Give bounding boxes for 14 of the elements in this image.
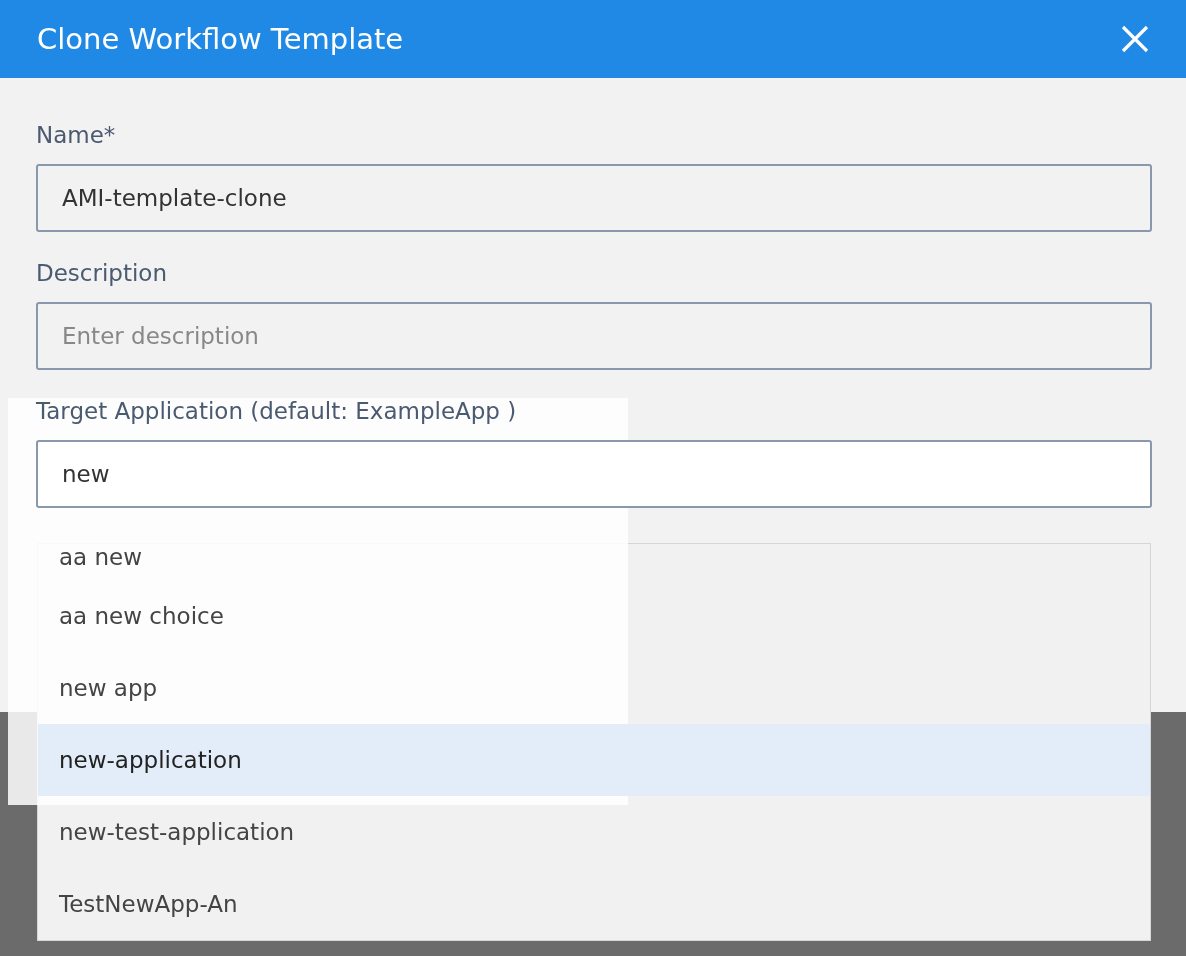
dropdown-option[interactable]: aa new choice	[38, 580, 1150, 652]
dropdown-option[interactable]: new app	[38, 652, 1150, 724]
field-label: Target Application (default: ExampleApp )	[36, 398, 518, 424]
dialog-title: Clone Workflow Template	[37, 22, 404, 56]
dropdown-option[interactable]: aa new	[38, 544, 1150, 580]
field-label: Name*	[36, 122, 117, 148]
close-icon[interactable]	[1120, 24, 1150, 54]
field-label: Description	[36, 260, 168, 286]
input-field[interactable]: Enter description	[36, 302, 1152, 370]
dropdown-option[interactable]: new-test-application	[38, 796, 1150, 868]
dropdown-option[interactable]: new-application	[38, 724, 1150, 796]
input-field[interactable]: AMI-template-clone	[36, 164, 1152, 232]
dropdown-option[interactable]: TestNewApp-An	[38, 868, 1150, 940]
input-field[interactable]: new	[36, 440, 1152, 508]
